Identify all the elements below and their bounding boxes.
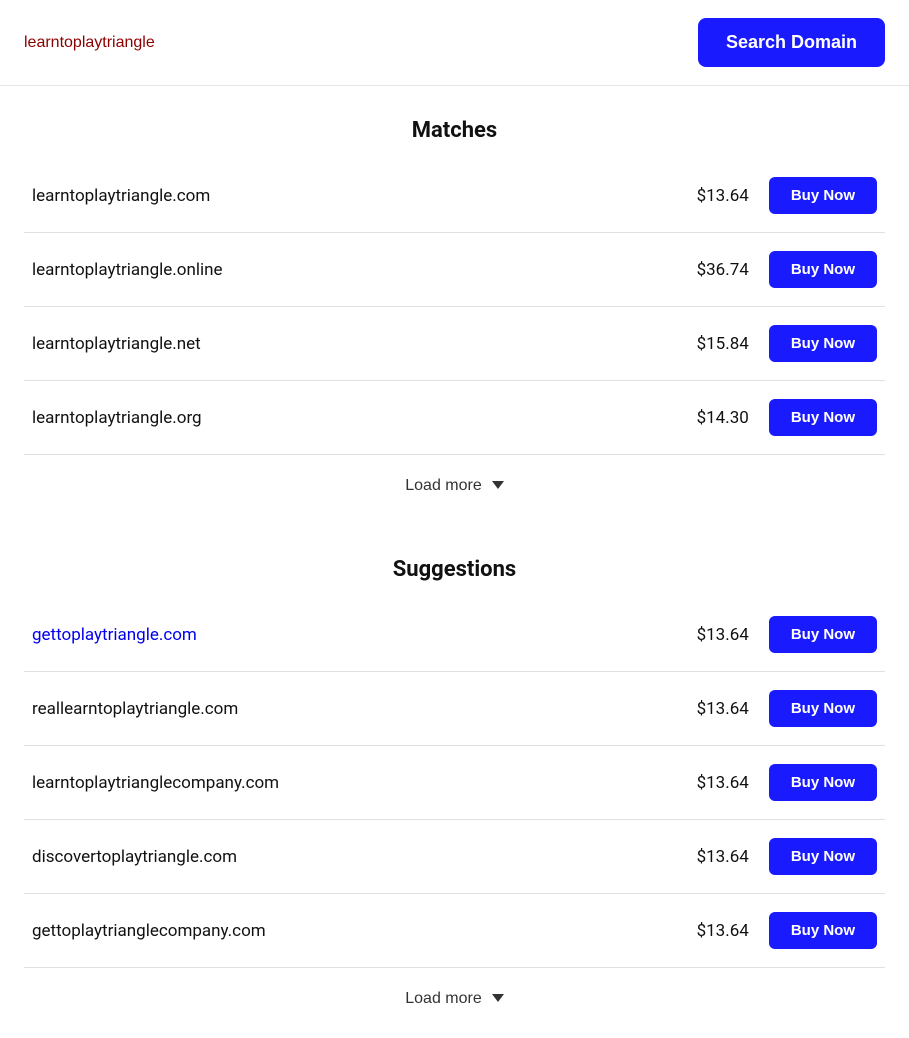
matches-section: Matches learntoplaytriangle.com $13.64 B… xyxy=(24,118,885,525)
table-row: learntoplaytriangle.net $15.84 Buy Now xyxy=(24,307,885,381)
domain-name: learntoplaytriangle.online xyxy=(32,260,689,280)
domain-price: $13.64 xyxy=(689,699,749,719)
domain-name: learntoplaytriangle.org xyxy=(32,408,689,428)
domain-name: reallearntoplaytriangle.com xyxy=(32,699,689,719)
buy-now-button[interactable]: Buy Now xyxy=(769,764,877,801)
table-row: learntoplaytrianglecompany.com $13.64 Bu… xyxy=(24,746,885,820)
header: Search Domain xyxy=(0,0,909,86)
chevron-down-icon xyxy=(492,481,504,489)
domain-name: discovertoplaytriangle.com xyxy=(32,847,689,867)
suggestions-list: gettoplaytriangle.com $13.64 Buy Now rea… xyxy=(24,598,885,968)
domain-price: $15.84 xyxy=(689,334,749,354)
matches-title: Matches xyxy=(24,118,885,143)
table-row: learntoplaytriangle.org $14.30 Buy Now xyxy=(24,381,885,455)
suggestions-load-more-label: Load more xyxy=(405,990,482,1008)
buy-now-button[interactable]: Buy Now xyxy=(769,690,877,727)
main-content: Matches learntoplaytriangle.com $13.64 B… xyxy=(0,118,909,1038)
chevron-down-icon xyxy=(492,994,504,1002)
suggestions-section: Suggestions gettoplaytriangle.com $13.64… xyxy=(24,557,885,1038)
buy-now-button[interactable]: Buy Now xyxy=(769,251,877,288)
buy-now-button[interactable]: Buy Now xyxy=(769,177,877,214)
table-row: gettoplaytriangle.com $13.64 Buy Now xyxy=(24,598,885,672)
domain-name: learntoplaytrianglecompany.com xyxy=(32,773,689,793)
buy-now-button[interactable]: Buy Now xyxy=(769,838,877,875)
search-input[interactable] xyxy=(24,34,424,52)
table-row: learntoplaytriangle.online $36.74 Buy No… xyxy=(24,233,885,307)
domain-price: $13.64 xyxy=(689,921,749,941)
matches-load-more-container: Load more xyxy=(24,455,885,525)
domain-name: learntoplaytriangle.net xyxy=(32,334,689,354)
domain-price: $36.74 xyxy=(689,260,749,280)
domain-name: learntoplaytriangle.com xyxy=(32,186,689,206)
matches-list: learntoplaytriangle.com $13.64 Buy Now l… xyxy=(24,159,885,455)
table-row: discovertoplaytriangle.com $13.64 Buy No… xyxy=(24,820,885,894)
buy-now-button[interactable]: Buy Now xyxy=(769,325,877,362)
domain-price: $13.64 xyxy=(689,773,749,793)
table-row: gettoplaytrianglecompany.com $13.64 Buy … xyxy=(24,894,885,968)
buy-now-button[interactable]: Buy Now xyxy=(769,399,877,436)
buy-now-button[interactable]: Buy Now xyxy=(769,912,877,949)
domain-price: $13.64 xyxy=(689,186,749,206)
matches-load-more-label: Load more xyxy=(405,477,482,495)
suggestions-title: Suggestions xyxy=(24,557,885,582)
domain-name: gettoplaytriangle.com xyxy=(32,625,689,645)
domain-name: gettoplaytrianglecompany.com xyxy=(32,921,689,941)
buy-now-button[interactable]: Buy Now xyxy=(769,616,877,653)
table-row: reallearntoplaytriangle.com $13.64 Buy N… xyxy=(24,672,885,746)
matches-load-more-button[interactable]: Load more xyxy=(405,477,504,495)
domain-price: $13.64 xyxy=(689,847,749,867)
table-row: learntoplaytriangle.com $13.64 Buy Now xyxy=(24,159,885,233)
domain-price: $13.64 xyxy=(689,625,749,645)
domain-price: $14.30 xyxy=(689,408,749,428)
suggestions-load-more-button[interactable]: Load more xyxy=(405,990,504,1008)
suggestions-load-more-container: Load more xyxy=(24,968,885,1038)
search-domain-button[interactable]: Search Domain xyxy=(698,18,885,67)
